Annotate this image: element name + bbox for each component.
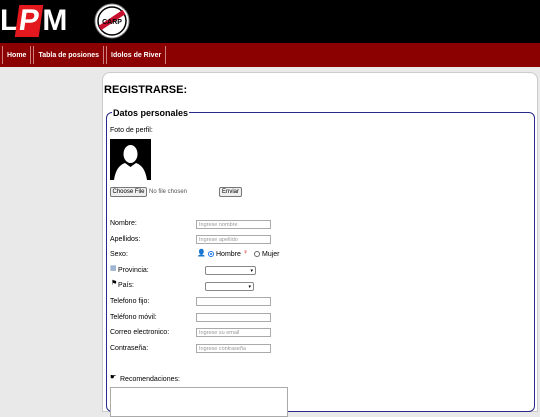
telefono-fijo-input[interactable] [196, 297, 271, 306]
user-silhouette-icon [110, 139, 151, 180]
profile-photo [110, 139, 151, 180]
chevron-down-icon: ▾ [248, 284, 251, 290]
sexo-label: Sexo: [110, 251, 128, 258]
male-icon: 👤 [197, 250, 206, 257]
provincia-label: Provincia: [118, 267, 149, 274]
logo-letter-m: M [42, 4, 67, 37]
telefono-movil-label: Teléfono móvil: [110, 314, 157, 321]
svg-text:CARP: CARP [102, 19, 122, 26]
provincia-select[interactable]: ▾ [205, 266, 256, 275]
recomendaciones-label: Recomendaciones: [120, 376, 180, 383]
nav-item-home[interactable]: Home [2, 46, 32, 64]
hombre-label: Hombre [216, 251, 241, 258]
logo-letter-p: P [15, 4, 44, 37]
page-title: REGISTRARSE: [104, 84, 188, 96]
nav-item-idolos-river[interactable]: Idolos de River [106, 46, 167, 64]
radio-mujer[interactable] [254, 251, 260, 257]
river-plate-crest-icon: CARP [94, 3, 130, 39]
no-file-text: No file chosen [149, 189, 188, 195]
top-header: L P M CARP [0, 0, 540, 43]
choose-file-button[interactable]: Choose File [110, 187, 147, 197]
logo-letter-l: L [0, 4, 18, 37]
apellidos-label: Apellidos: [110, 236, 141, 243]
main-nav: Home Tabla de posiones Idolos de River [0, 43, 540, 67]
nombre-label: Nombre: [110, 220, 137, 227]
nombre-input[interactable]: Ingrese nombre [196, 220, 271, 229]
chevron-down-icon: ▾ [250, 268, 253, 274]
send-button[interactable]: Enviar [219, 187, 242, 197]
contrasena-label: Contraseña: [110, 345, 149, 352]
lpm-logo[interactable]: L P M [0, 4, 67, 38]
nav-item-tabla-posiciones[interactable]: Tabla de posiones [33, 46, 105, 64]
contrasena-input[interactable]: Ingrese contraseña [196, 344, 271, 353]
map-icon: ▦ [110, 265, 117, 272]
photo-label: Foto de perfil: [110, 127, 153, 134]
correo-input[interactable]: Ingrese su email [196, 328, 271, 337]
radio-hombre[interactable] [208, 251, 214, 257]
correo-label: Correo electronico: [110, 329, 170, 336]
fieldset-legend: Datos personales [112, 108, 190, 118]
hand-icon: ☛ [110, 374, 117, 381]
recomendaciones-textarea[interactable] [110, 387, 288, 417]
female-icon: ♀ [243, 249, 249, 256]
flag-icon: ⚑ [111, 280, 118, 287]
personal-data-fieldset [106, 112, 535, 412]
telefono-movil-input[interactable] [196, 313, 271, 322]
pais-select[interactable]: ▾ [205, 282, 254, 291]
apellidos-input[interactable]: Ingrese apellido [196, 235, 271, 244]
pais-label: País: [118, 282, 134, 289]
telefono-fijo-label: Telefono fijo: [110, 298, 150, 305]
mujer-label: Mujer [262, 251, 280, 258]
